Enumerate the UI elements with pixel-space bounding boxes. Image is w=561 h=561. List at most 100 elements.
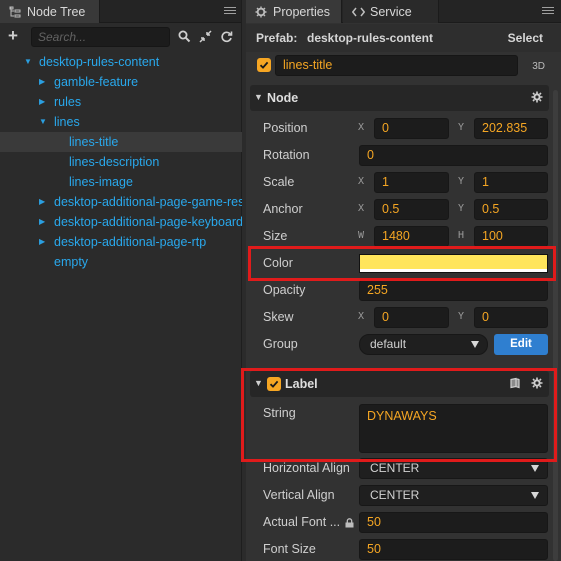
book-icon[interactable]: [509, 377, 521, 389]
check-icon: [259, 61, 269, 69]
tree-node[interactable]: ▶ gamble-feature: [0, 72, 242, 92]
size-w-axis: W: [358, 230, 365, 241]
refresh-icon[interactable]: [220, 30, 234, 44]
expand-right-icon[interactable]: ▶: [39, 72, 49, 92]
tree-node-label: lines-image: [69, 175, 133, 189]
3d-toggle[interactable]: 3D: [532, 61, 545, 72]
node-active-checkbox[interactable]: [257, 58, 271, 72]
node-tree-list: ▼ desktop-rules-content ▶ gamble-feature ▶ ru…: [0, 52, 242, 272]
tree-node-label: lines-title: [69, 135, 119, 149]
actual-font-size-field: 50: [359, 512, 548, 533]
size-h-field[interactable]: 100: [474, 226, 548, 247]
caret-down-icon: [471, 341, 479, 348]
caret-down-icon: [531, 492, 539, 499]
skew-label: Skew: [263, 310, 294, 324]
position-label: Position: [263, 121, 308, 135]
node-section-title: Node: [267, 91, 299, 105]
tree-node[interactable]: lines-image: [0, 172, 242, 192]
vertical-align-dropdown[interactable]: CENTER: [359, 485, 548, 506]
node-name-field[interactable]: lines-title: [275, 55, 518, 76]
position-x-field[interactable]: 0: [374, 118, 449, 139]
anchor-y-axis: Y: [458, 203, 465, 214]
tree-node[interactable]: ▶ desktop-additional-page-keyboard: [0, 212, 242, 232]
tree-node-label: desktop-rules-content: [39, 55, 160, 69]
search-input[interactable]: [31, 27, 170, 47]
code-icon: [351, 6, 365, 18]
skew-y-axis: Y: [458, 311, 465, 322]
actual-font-label: Actual Font ...: [263, 515, 341, 529]
font-size-field[interactable]: 50: [359, 539, 548, 560]
prefab-row: Prefab: desktop-rules-content Select: [246, 24, 561, 52]
check-icon: [269, 380, 279, 388]
prefab-label: Prefab:: [256, 31, 298, 45]
anchor-x-field[interactable]: 0.5: [374, 199, 449, 220]
position-y-field[interactable]: 202.835: [474, 118, 548, 139]
search-icon[interactable]: [178, 30, 192, 44]
alpha-bar: [360, 269, 547, 272]
lock-icon: [345, 517, 354, 528]
tab-service[interactable]: Service: [343, 0, 439, 23]
label-section-title: Label: [285, 377, 318, 391]
panel-menu-icon[interactable]: [224, 5, 236, 17]
skew-x-field[interactable]: 0: [374, 307, 449, 328]
vertical-align-value: CENTER: [370, 488, 420, 502]
scrollbar[interactable]: [553, 90, 558, 561]
panel-menu-icon[interactable]: [542, 5, 554, 17]
string-label: String: [263, 406, 296, 420]
tree-node-label: lines-description: [69, 155, 160, 169]
expand-down-icon[interactable]: ▼: [24, 52, 34, 72]
vertical-align-label: Vertical Align: [263, 488, 335, 502]
skew-y-field[interactable]: 0: [474, 307, 548, 328]
horizontal-align-value: CENTER: [370, 461, 420, 475]
tree-node[interactable]: ▶ desktop-additional-page-game-resu: [0, 192, 242, 212]
edit-group-button[interactable]: Edit: [494, 334, 548, 355]
tree-node-label: desktop-additional-page-game-resu: [54, 195, 242, 209]
color-picker[interactable]: [359, 254, 548, 273]
opacity-field[interactable]: 255: [359, 280, 548, 301]
size-h-axis: H: [458, 230, 465, 241]
add-node-button[interactable]: +: [8, 27, 18, 44]
size-label: Size: [263, 229, 288, 243]
caret-down-icon: [531, 465, 539, 472]
horizontal-align-dropdown[interactable]: CENTER: [359, 458, 548, 479]
anchor-label: Anchor: [263, 202, 303, 216]
tab-properties-label: Properties: [273, 4, 330, 19]
collapse-icon[interactable]: [199, 30, 213, 44]
tab-node-tree[interactable]: Node Tree: [0, 0, 100, 23]
expand-right-icon[interactable]: ▶: [39, 92, 49, 112]
expand-right-icon[interactable]: ▶: [39, 192, 49, 212]
group-value: default: [370, 337, 407, 351]
group-dropdown[interactable]: default: [359, 334, 488, 355]
expand-down-icon[interactable]: ▼: [39, 112, 49, 132]
tree-node[interactable]: ▶ rules: [0, 92, 242, 112]
tree-node-label: empty: [54, 255, 89, 269]
rotation-field[interactable]: 0: [359, 145, 548, 166]
scale-x-field[interactable]: 1: [374, 172, 449, 193]
expand-right-icon[interactable]: ▶: [39, 232, 49, 252]
tree-node[interactable]: lines-description: [0, 152, 242, 172]
expand-right-icon[interactable]: ▶: [39, 212, 49, 232]
rotation-label: Rotation: [263, 148, 310, 162]
size-w-field[interactable]: 1480: [374, 226, 449, 247]
label-enabled-checkbox[interactable]: [267, 377, 281, 391]
anchor-y-field[interactable]: 0.5: [474, 199, 548, 220]
tree-node[interactable]: lines-title: [0, 132, 242, 152]
label-section-header[interactable]: ▼ Label: [250, 371, 549, 397]
tree-node[interactable]: ▼ desktop-rules-content: [0, 52, 242, 72]
select-button[interactable]: Select: [508, 31, 543, 45]
gear-icon[interactable]: [531, 91, 543, 103]
tree-node[interactable]: empty: [0, 252, 242, 272]
gear-icon[interactable]: [531, 377, 543, 389]
node-section-header[interactable]: ▼ Node: [250, 85, 549, 111]
tree-node-label: rules: [54, 95, 82, 109]
color-label: Color: [263, 256, 293, 270]
scale-y-field[interactable]: 1: [474, 172, 548, 193]
tree-node[interactable]: ▼ lines: [0, 112, 242, 132]
node-name-row: lines-title 3D: [246, 52, 561, 82]
tab-properties[interactable]: Properties: [246, 0, 342, 23]
position-y-axis: Y: [458, 122, 465, 133]
group-label: Group: [263, 337, 298, 351]
tree-node[interactable]: ▶ desktop-additional-page-rtp: [0, 232, 242, 252]
tree-node-label: desktop-additional-page-keyboard: [54, 215, 242, 229]
string-textarea[interactable]: DYNAWAYS: [359, 404, 548, 453]
